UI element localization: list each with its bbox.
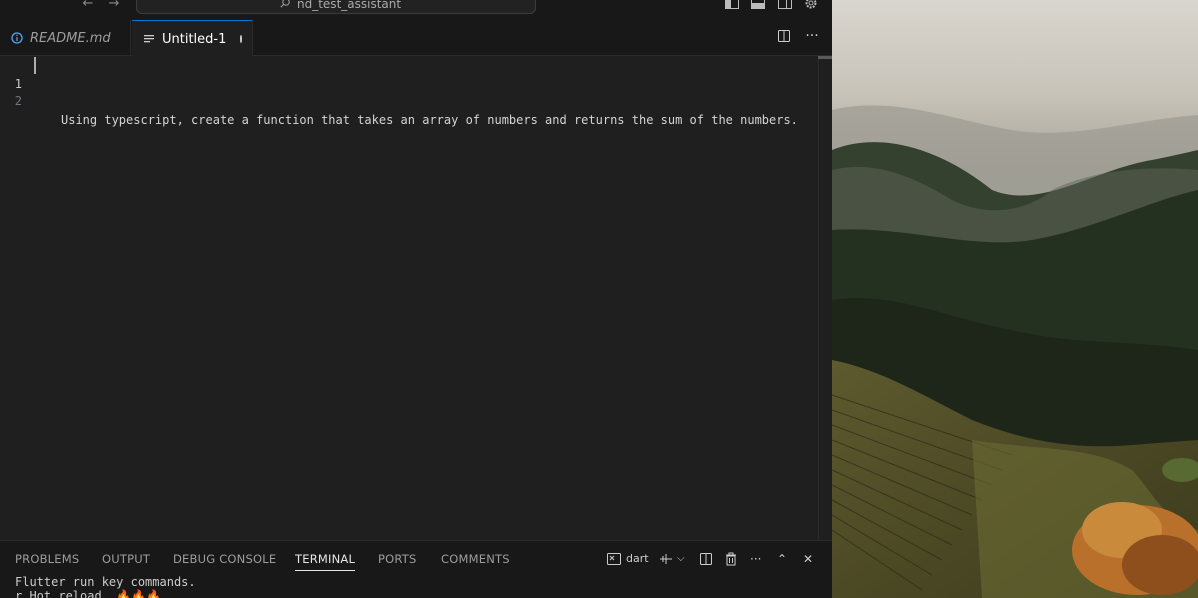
- editor-line: 2 Using typescript, create a function th…: [0, 73, 820, 127]
- unsaved-dot-icon[interactable]: [240, 35, 242, 43]
- bottom-panel: PROBLEMS OUTPUT DEBUG CONSOLE TERMINAL P…: [0, 540, 832, 598]
- close-icon[interactable]: ✕: [803, 551, 813, 567]
- wallpaper-landscape-image: [832, 0, 1198, 598]
- command-center-label: nd_test_assistant: [297, 0, 402, 11]
- line-number: 2: [14, 94, 22, 108]
- split-terminal-icon[interactable]: [698, 551, 714, 567]
- chevron-down-icon[interactable]: ⌵: [677, 551, 685, 567]
- terminal-shell-label[interactable]: dart: [626, 551, 649, 567]
- editor-scrollbar[interactable]: [818, 56, 832, 540]
- maximize-panel-chevron-up-icon[interactable]: ⌃: [777, 551, 787, 567]
- tab-untitled-1[interactable]: Untitled-1: [132, 20, 253, 57]
- terminal-line: r Hot reload. 🔥🔥🔥: [15, 589, 161, 598]
- scrollbar-cursor-marker: [818, 56, 832, 59]
- tab-problems[interactable]: PROBLEMS: [15, 551, 79, 567]
- desktop-wallpaper: [832, 0, 1198, 598]
- toggle-primary-sidebar-icon[interactable]: [724, 0, 740, 10]
- terminal-shell-icon[interactable]: [606, 551, 622, 567]
- tab-comments[interactable]: COMMENTS: [441, 551, 510, 567]
- tab-label: Untitled-1: [162, 31, 227, 47]
- tab-debug-console[interactable]: DEBUG CONSOLE: [173, 551, 276, 567]
- forward-arrow-icon[interactable]: →: [106, 0, 122, 12]
- back-arrow-icon[interactable]: ←: [80, 0, 96, 12]
- more-actions-icon[interactable]: ···: [804, 28, 820, 44]
- line-text: Using typescript, create a function that…: [61, 113, 798, 127]
- tab-readme[interactable]: README.md: [0, 20, 131, 56]
- split-editor-icon[interactable]: [776, 28, 792, 44]
- search-icon: [280, 0, 290, 8]
- title-bar: ← → nd_test_assistant: [0, 0, 832, 20]
- trash-icon[interactable]: [723, 551, 739, 567]
- tab-ports[interactable]: PORTS: [378, 551, 416, 567]
- tab-terminal[interactable]: TERMINAL: [295, 551, 356, 571]
- toggle-panel-icon[interactable]: [750, 0, 766, 10]
- toggle-secondary-sidebar-icon[interactable]: [777, 0, 793, 10]
- tab-label: README.md: [30, 30, 111, 46]
- new-terminal-icon[interactable]: [658, 551, 674, 567]
- vscode-window: ← → nd_test_assistant README.md Untitled…: [0, 0, 832, 598]
- text-cursor: [34, 57, 36, 74]
- tab-output[interactable]: OUTPUT: [102, 551, 150, 567]
- editor-area[interactable]: 1 2 Using typescript, create a function …: [0, 56, 832, 540]
- terminal-line: Flutter run key commands.: [15, 575, 196, 589]
- gear-icon[interactable]: [803, 0, 819, 10]
- more-actions-icon[interactable]: ···: [750, 551, 761, 567]
- text-lines-icon: [142, 32, 156, 46]
- editor-tab-bar: README.md Untitled-1 ···: [0, 20, 832, 57]
- editor-actions: ···: [776, 28, 820, 44]
- info-icon: [10, 31, 24, 45]
